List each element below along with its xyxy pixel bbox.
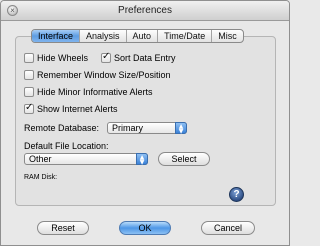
- default-file-location-select[interactable]: Other ▲ ▼: [24, 153, 148, 166]
- remote-database-value: Primary: [112, 123, 143, 133]
- window-title: Preferences: [118, 5, 172, 16]
- cancel-button[interactable]: Cancel: [201, 221, 255, 235]
- sort-data-entry-option[interactable]: Sort Data Entry: [101, 51, 176, 64]
- tab-analysis[interactable]: Analysis: [80, 30, 127, 42]
- sort-data-entry-checkbox[interactable]: [101, 51, 111, 63]
- remote-database-select[interactable]: Primary ▲ ▼: [107, 122, 187, 135]
- hide-minor-alerts-option[interactable]: Hide Minor Informative Alerts: [24, 86, 153, 98]
- remember-window-checkbox[interactable]: [24, 70, 34, 80]
- tab-interface[interactable]: Interface: [32, 30, 81, 42]
- help-button[interactable]: ?: [229, 187, 244, 202]
- title-bar[interactable]: × Preferences: [1, 1, 289, 21]
- show-internet-alerts-label: Show Internet Alerts: [37, 104, 118, 114]
- hide-wheels-checkbox[interactable]: [24, 53, 34, 63]
- tab-time-date[interactable]: Time/Date: [158, 30, 213, 42]
- ok-button[interactable]: OK: [119, 221, 171, 235]
- remember-window-option[interactable]: Remember Window Size/Position: [24, 69, 171, 81]
- interface-panel: Hide Wheels Sort Data Entry Remember Win…: [15, 36, 276, 206]
- sort-data-entry-label: Sort Data Entry: [114, 53, 176, 63]
- tab-bar: Interface Analysis Auto Time/Date Misc: [31, 29, 244, 43]
- ram-disk-label: RAM Disk:: [24, 174, 58, 181]
- hide-minor-alerts-label: Hide Minor Informative Alerts: [37, 87, 153, 97]
- updown-arrow-icon: ▲ ▼: [175, 122, 187, 135]
- default-file-location-value: Other: [29, 154, 52, 164]
- show-internet-alerts-checkbox[interactable]: [24, 102, 34, 114]
- show-internet-alerts-option[interactable]: Show Internet Alerts: [24, 102, 118, 115]
- select-location-button[interactable]: Select: [158, 152, 210, 166]
- remember-window-label: Remember Window Size/Position: [37, 70, 171, 80]
- updown-arrow-icon: ▲ ▼: [136, 153, 148, 166]
- reset-button[interactable]: Reset: [37, 221, 89, 235]
- hide-wheels-option[interactable]: Hide Wheels: [24, 52, 88, 64]
- hide-wheels-label: Hide Wheels: [37, 53, 89, 63]
- default-file-location-label: Default File Location:: [24, 141, 109, 151]
- hide-minor-alerts-checkbox[interactable]: [24, 87, 34, 97]
- preferences-window: × Preferences Interface Analysis Auto Ti…: [0, 0, 290, 246]
- remote-database-label: Remote Database:: [24, 123, 100, 133]
- help-icon: ?: [233, 189, 240, 200]
- tab-auto[interactable]: Auto: [127, 30, 159, 42]
- tab-misc[interactable]: Misc: [212, 30, 243, 42]
